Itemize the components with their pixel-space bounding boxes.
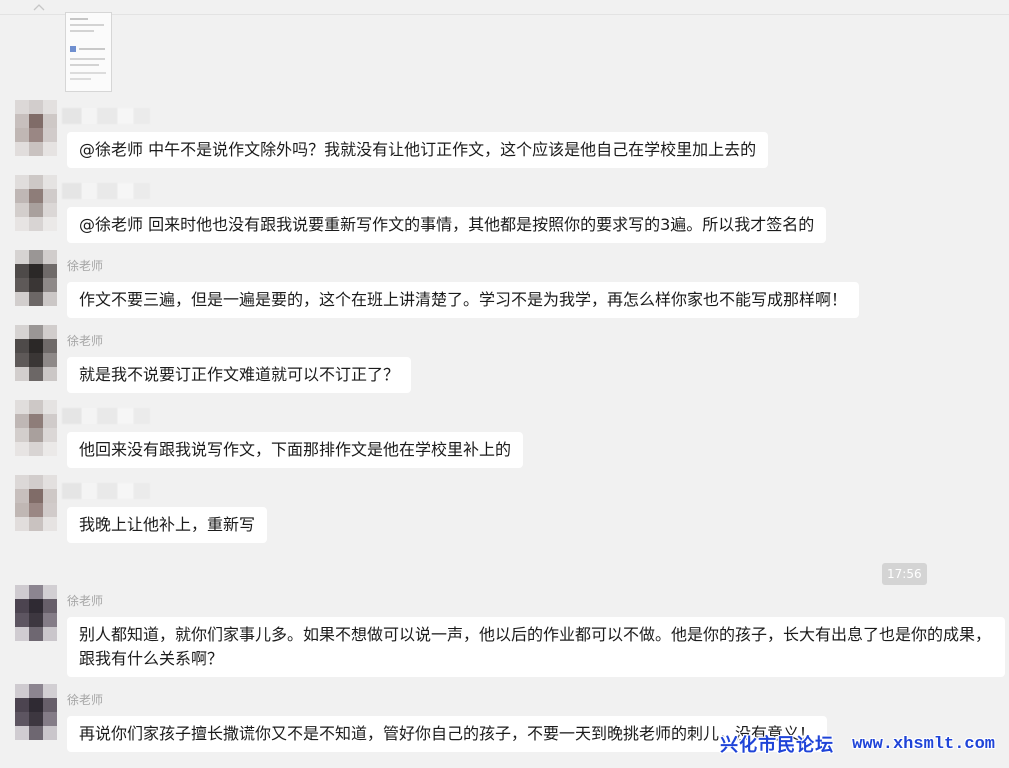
avatar[interactable] — [15, 684, 57, 740]
message-bubble[interactable]: 作文不要三遍，但是一遍是要的，这个在班上讲清楚了。学习不是为我学，再怎么样你家也… — [67, 282, 860, 318]
thumbnail-content — [70, 30, 94, 32]
message-bubble[interactable]: 再说你们家孩子擅长撒谎你又不是不知道，管好你自己的孩子，不要一天到晚挑老师的刺儿… — [67, 716, 828, 752]
sender-name: 徐老师 — [67, 259, 104, 273]
sender-name: 徐老师 — [67, 594, 104, 608]
timestamp: 17:56 — [882, 563, 927, 585]
thumbnail-content — [70, 58, 105, 60]
thumbnail-content — [70, 18, 88, 20]
thumbnail-content — [70, 24, 104, 26]
message-bubble[interactable]: @徐老师 中午不是说作文除外吗？我就没有让他订正作文，这个应该是他自己在学校里加… — [67, 132, 769, 168]
message-row: @徐老师 回来时他也没有跟我说要重新写作文的事情，其他都是按照你的要求写的3遍。… — [0, 175, 1009, 250]
thumbnail-content — [70, 72, 106, 74]
sender-name-redacted — [62, 483, 150, 499]
thumbnail-content — [70, 78, 91, 80]
watermark-url: www.xhsmlt.com — [852, 734, 995, 754]
thumbnail-app-icon — [70, 46, 76, 52]
sender-name-redacted — [62, 108, 150, 124]
message-row: 徐老师 就是我不说要订正作文难道就可以不订正了？ — [0, 325, 1009, 400]
avatar[interactable] — [15, 100, 57, 156]
avatar[interactable] — [15, 175, 57, 231]
avatar[interactable] — [15, 250, 57, 306]
thumbnail-content — [79, 48, 105, 50]
message-bubble[interactable]: @徐老师 回来时他也没有跟我说要重新写作文的事情，其他都是按照你的要求写的3遍。… — [67, 207, 827, 243]
message-row: 徐老师 别人都知道，就你们家事儿多。如果不想做可以说一声，他以后的作业都可以不做… — [0, 585, 1009, 684]
sender-name-redacted — [62, 408, 150, 424]
image-message-thumbnail[interactable] — [65, 12, 112, 92]
message-bubble[interactable]: 他回来没有跟我说写作文，下面那排作文是他在学校里补上的 — [67, 432, 524, 468]
chevron-up-icon — [33, 4, 45, 11]
thumbnail-content — [70, 64, 99, 66]
sender-name: 徐老师 — [67, 693, 104, 707]
message-row: @徐老师 中午不是说作文除外吗？我就没有让他订正作文，这个应该是他自己在学校里加… — [0, 100, 1009, 175]
watermark: 兴化市民论坛 www.xhsmlt.com — [720, 731, 995, 757]
history-divider — [0, 14, 1009, 15]
message-bubble[interactable]: 我晚上让他补上，重新写 — [67, 507, 268, 543]
chat-message-list: @徐老师 中午不是说作文除外吗？我就没有让他订正作文，这个应该是他自己在学校里加… — [0, 100, 1009, 759]
time-divider: 17:56 — [0, 563, 1009, 585]
message-row: 我晚上让他补上，重新写 — [0, 475, 1009, 550]
sender-name: 徐老师 — [67, 334, 104, 348]
sender-name-redacted — [62, 183, 150, 199]
avatar[interactable] — [15, 475, 57, 531]
message-row: 徐老师 作文不要三遍，但是一遍是要的，这个在班上讲清楚了。学习不是为我学，再怎么… — [0, 250, 1009, 325]
avatar[interactable] — [15, 400, 57, 456]
watermark-site-name: 兴化市民论坛 — [720, 735, 835, 756]
avatar[interactable] — [15, 325, 57, 381]
message-bubble[interactable]: 就是我不说要订正作文难道就可以不订正了？ — [67, 357, 412, 393]
message-bubble[interactable]: 别人都知道，就你们家事儿多。如果不想做可以说一声，他以后的作业都可以不做。他是你… — [67, 617, 1005, 677]
avatar[interactable] — [15, 585, 57, 641]
message-row: 他回来没有跟我说写作文，下面那排作文是他在学校里补上的 — [0, 400, 1009, 475]
